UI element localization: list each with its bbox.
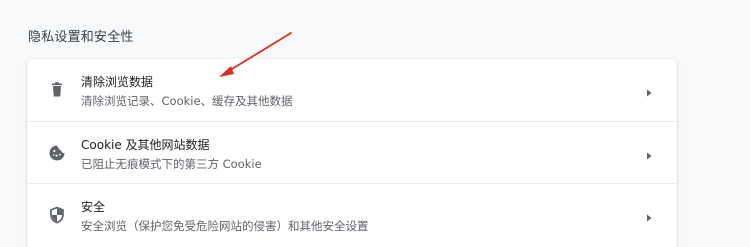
shield-icon <box>47 205 67 225</box>
row-title: Cookie 及其他网站数据 <box>81 138 210 152</box>
trash-icon <box>47 80 67 100</box>
privacy-security-card: 清除浏览数据 清除浏览记录、Cookie、缓存及其他数据 Cookie 及其他网… <box>27 59 677 247</box>
cookie-icon <box>47 143 67 163</box>
section-title: 隐私设置和安全性 <box>28 30 134 45</box>
cookies-row[interactable]: Cookie 及其他网站数据 已阻止无痕模式下的第三方 Cookie <box>27 121 677 184</box>
row-subtitle: 清除浏览记录、Cookie、缓存及其他数据 <box>81 94 293 108</box>
row-title: 清除浏览数据 <box>81 75 154 89</box>
clear-browsing-data-row[interactable]: 清除浏览数据 清除浏览记录、Cookie、缓存及其他数据 <box>27 59 677 121</box>
row-title: 安全 <box>81 200 106 214</box>
settings-page: 隐私设置和安全性 清除浏览数据 清除浏览记录、Cookie、缓存及其他数据 Co… <box>0 0 750 247</box>
chevron-right-icon <box>644 84 654 97</box>
row-subtitle: 安全浏览（保护您免受危险网站的侵害）和其他安全设置 <box>81 219 369 233</box>
row-subtitle: 已阻止无痕模式下的第三方 Cookie <box>81 157 262 171</box>
chevron-right-icon <box>644 209 654 222</box>
chevron-right-icon <box>644 147 654 160</box>
security-row[interactable]: 安全 安全浏览（保护您免受危险网站的侵害）和其他安全设置 <box>27 183 677 246</box>
